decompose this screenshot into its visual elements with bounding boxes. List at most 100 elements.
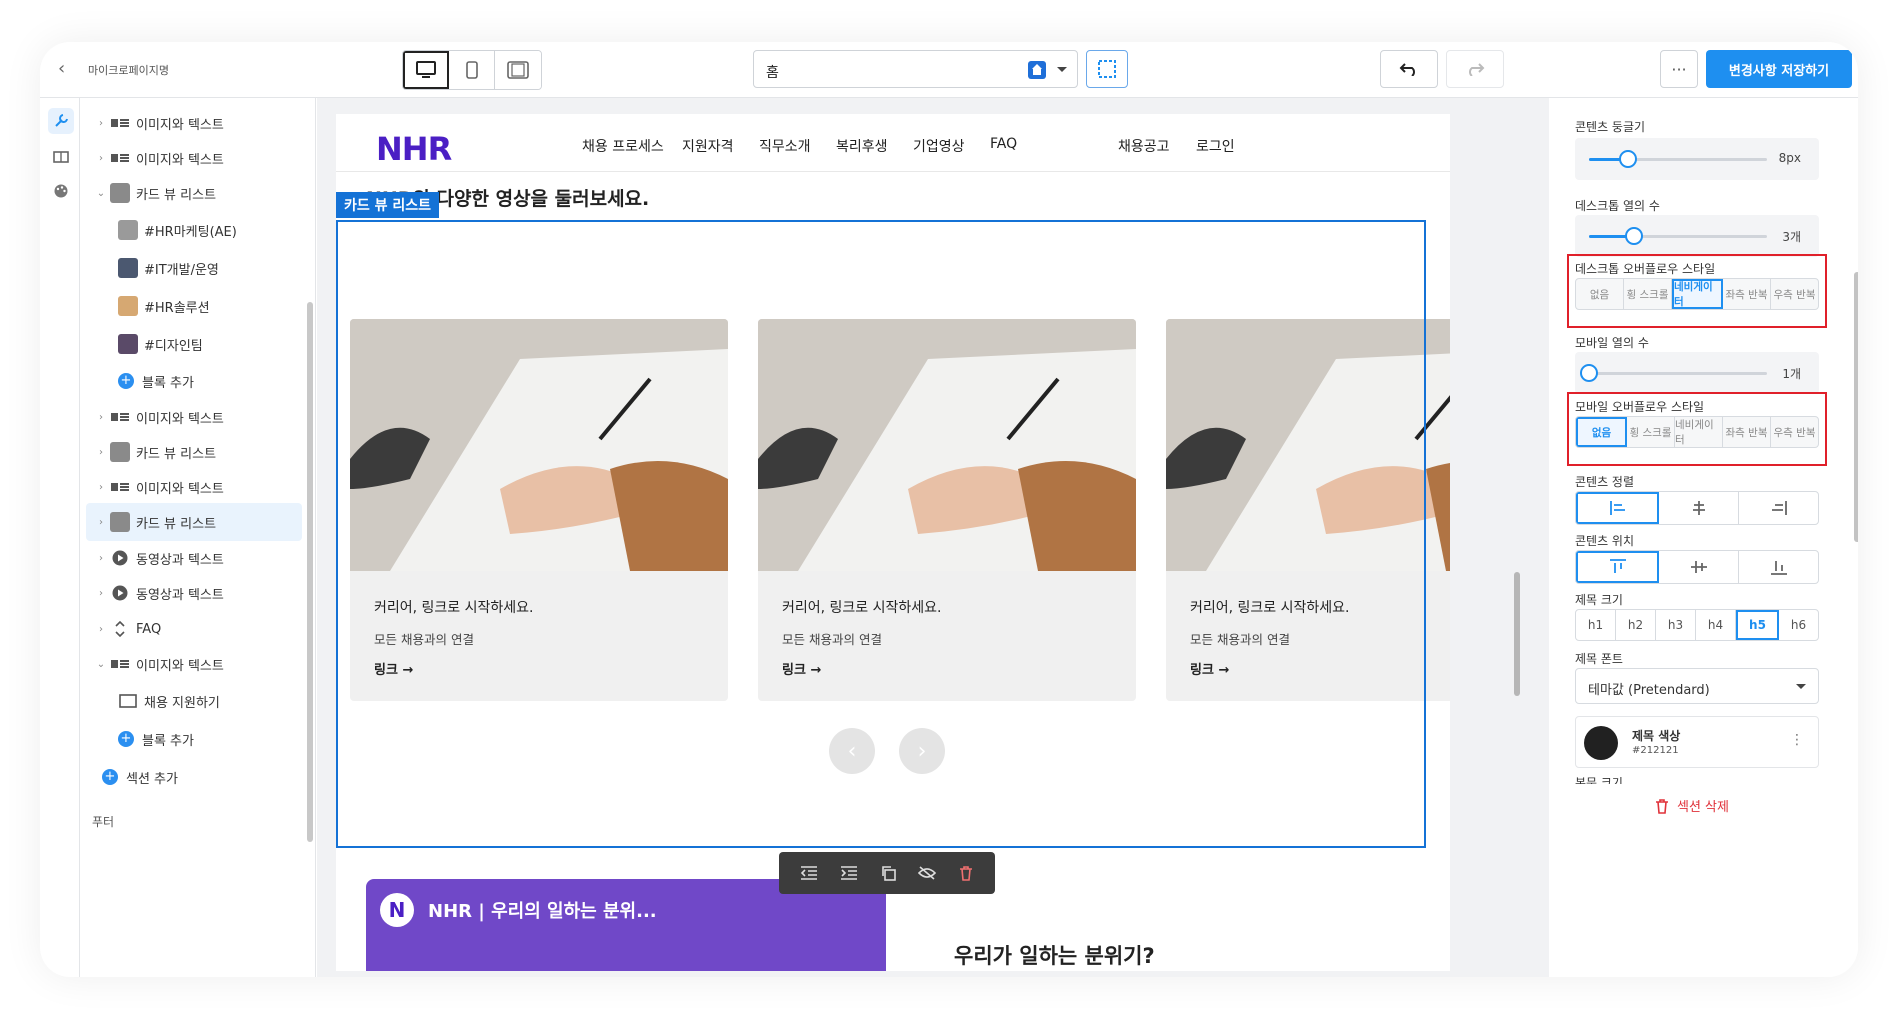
site-logo[interactable]: NHR [376,130,452,168]
chevron-down-icon[interactable]: ⌄ [92,188,110,199]
overflow-option-right-repeat[interactable]: 우측 반복 [1771,417,1818,447]
align-center-icon[interactable] [1659,492,1739,524]
title-color-picker[interactable]: 제목 색상 #212121 ⋮ [1575,716,1819,768]
position-top-icon[interactable] [1576,551,1659,583]
chevron-right-icon[interactable]: › [92,624,110,635]
tree-item[interactable]: › 동영상과 텍스트 [80,574,300,612]
slider-knob[interactable] [1624,227,1643,245]
undo-button[interactable] [1380,50,1438,88]
add-block-button[interactable]: + 블록 추가 [80,362,300,400]
hide-icon[interactable] [918,865,936,881]
tree-item[interactable]: #디자인팀 [80,325,300,363]
nav-link[interactable]: 직무소개 [759,136,811,156]
nav-link[interactable]: 지원자격 [682,136,734,156]
nav-link[interactable]: 기업영상 [913,136,965,156]
chevron-right-icon[interactable]: › [92,447,110,458]
save-changes-button[interactable]: 변경사항 저장하기 [1706,50,1852,88]
title-font-select[interactable]: 테마값 (Pretendard) [1575,668,1819,704]
tree-item[interactable]: › 동영상과 텍스트 [80,539,300,577]
overflow-option-none[interactable]: 없음 [1576,417,1627,447]
chevron-right-icon[interactable]: › [92,482,110,493]
overflow-option-left-repeat[interactable]: 좌측 반복 [1723,417,1771,447]
panel-scrollbar[interactable] [1854,272,1858,542]
tree-scrollbar[interactable] [307,302,313,842]
mobile-view-button[interactable] [449,51,495,89]
tree-item[interactable]: › 이미지와 텍스트 [80,139,300,177]
palette-icon[interactable] [48,178,74,204]
heading-option[interactable]: h1 [1576,610,1616,640]
overflow-option-navigator[interactable]: 네비게이터 [1672,279,1723,309]
add-block-button[interactable]: + 블록 추가 [80,720,300,758]
page-select[interactable]: 홈 [753,50,1078,88]
desktop-view-button[interactable] [403,51,449,89]
title-color-label: 제목 색상 [1632,729,1681,743]
nav-link[interactable]: FAQ [990,136,1017,152]
tree-item[interactable]: #IT개발/운영 [80,249,300,287]
overflow-option-navigator[interactable]: 네비게이터 [1675,417,1723,447]
radius-label: 콘텐츠 둥글기 [1575,120,1646,134]
tree-item[interactable]: › 이미지와 텍스트 [80,468,300,506]
align-left-icon[interactable] [1576,492,1659,524]
tree-item[interactable]: #HR솔루션 [80,287,300,325]
tree-item[interactable]: 푸터 [80,802,300,840]
tree-item[interactable]: ⌄ 이미지와 텍스트 [80,645,300,683]
add-section-button[interactable]: + 섹션 추가 [80,758,300,796]
overflow-option-scroll[interactable]: 횡 스크롤 [1627,417,1675,447]
copy-icon[interactable] [880,865,896,881]
canvas-scrollbar[interactable] [1514,572,1520,696]
color-swatch[interactable] [1584,726,1618,760]
desktop-cols-slider[interactable]: 3개 [1575,215,1819,257]
desktop-overflow-selector: 없음 횡 스크롤 네비게이터 좌측 반복 우측 반복 [1575,278,1819,310]
slider-knob[interactable] [1580,364,1598,382]
indent-icon[interactable] [840,865,858,881]
selection-mode-button[interactable] [1086,50,1128,88]
tree-item[interactable]: › 이미지와 텍스트 [80,398,300,436]
radius-slider[interactable]: 8px [1575,138,1819,180]
redo-button[interactable] [1446,50,1504,88]
chevron-right-icon[interactable]: › [92,517,110,528]
wrench-icon[interactable] [48,108,74,134]
kebab-menu-icon[interactable]: ⋮ [1790,732,1804,748]
trash-icon[interactable] [958,865,974,881]
chevron-right-icon[interactable]: › [92,553,110,564]
more-options-button[interactable]: ··· [1660,50,1698,88]
tree-item-label: 이미지와 텍스트 [136,658,224,674]
position-bottom-icon[interactable] [1739,551,1818,583]
outdent-icon[interactable] [800,865,818,881]
back-arrow-icon[interactable]: ‹ [58,58,65,79]
align-right-icon[interactable] [1739,492,1818,524]
heading-option[interactable]: h2 [1616,610,1656,640]
tree-item[interactable]: 채용 지원하기 [80,682,300,720]
overflow-option-left-repeat[interactable]: 좌측 반복 [1723,279,1771,309]
tree-item-selected[interactable]: › 카드 뷰 리스트 [86,503,302,541]
book-icon[interactable] [48,144,74,170]
mobile-cols-slider[interactable]: 1개 [1575,352,1819,394]
delete-section-button[interactable]: 섹션 삭제 [1655,796,1729,815]
heading-option[interactable]: h5 [1736,610,1779,640]
nav-link[interactable]: 채용공고 [1118,136,1170,156]
nav-link[interactable]: 로그인 [1196,136,1235,156]
chevron-right-icon[interactable]: › [92,588,110,599]
overflow-option-none[interactable]: 없음 [1576,279,1624,309]
selected-block-outline[interactable] [336,220,1426,848]
tree-item[interactable]: › FAQ [80,610,300,648]
chevron-right-icon[interactable]: › [92,412,110,423]
overflow-option-scroll[interactable]: 횡 스크롤 [1624,279,1672,309]
nav-link[interactable]: 복리후생 [836,136,888,156]
tree-item[interactable]: ⌄ 카드 뷰 리스트 [80,174,300,212]
content-align-selector [1575,491,1819,525]
position-middle-icon[interactable] [1659,551,1739,583]
heading-option[interactable]: h4 [1696,610,1736,640]
chevron-right-icon[interactable]: › [92,153,110,164]
tree-item[interactable]: › 이미지와 텍스트 [80,104,300,142]
heading-option[interactable]: h6 [1779,610,1818,640]
nav-link[interactable]: 채용 프로세스 [582,136,664,156]
tree-item[interactable]: › 카드 뷰 리스트 [80,433,300,471]
overflow-option-right-repeat[interactable]: 우측 반복 [1771,279,1818,309]
chevron-right-icon[interactable]: › [92,118,110,129]
heading-option[interactable]: h3 [1656,610,1696,640]
tablet-view-button[interactable] [495,51,541,89]
tree-item[interactable]: #HR마케팅(AE) [80,211,300,249]
slider-knob[interactable] [1619,150,1638,168]
chevron-down-icon[interactable]: ⌄ [92,659,110,670]
